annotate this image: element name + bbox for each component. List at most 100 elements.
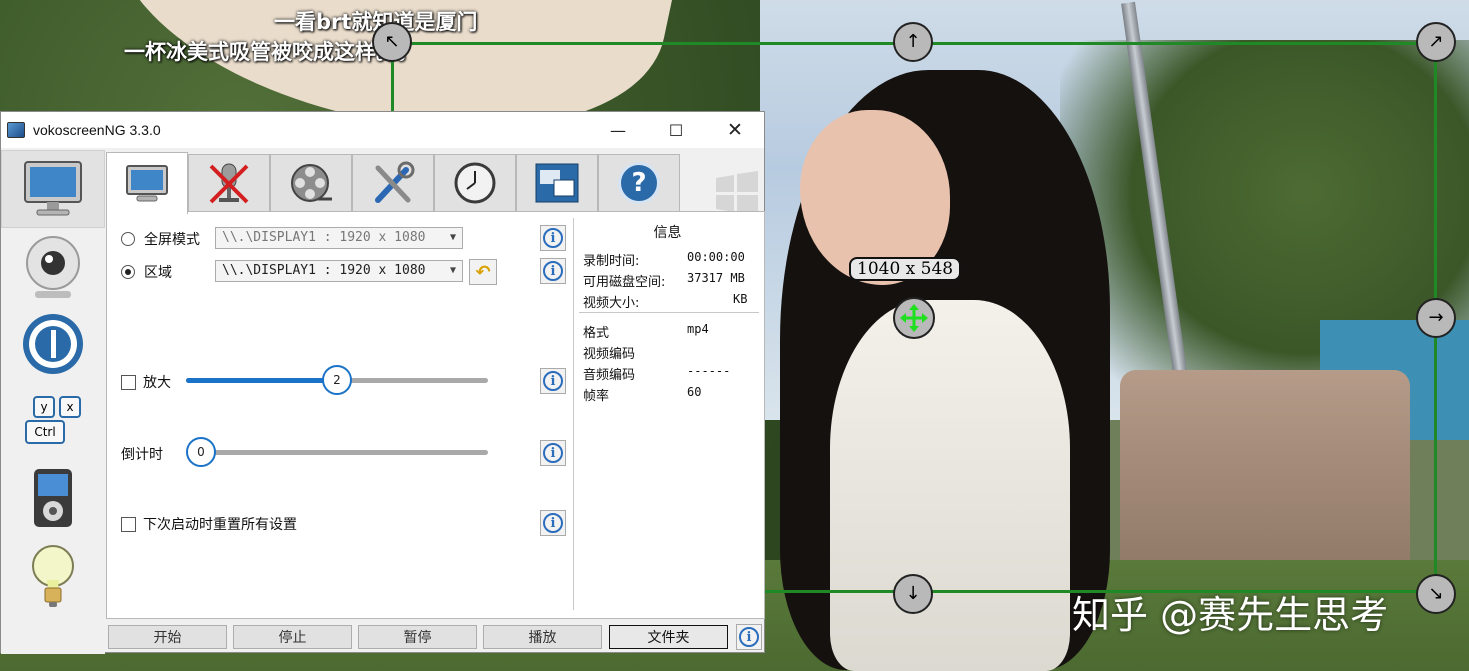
info-icon: i	[543, 228, 563, 248]
play-button[interactable]: 播放	[483, 625, 602, 649]
info-key-video-size: 视频大小:	[583, 296, 640, 311]
tab-video[interactable]	[270, 154, 352, 212]
countdown-slider-knob[interactable]: 0	[186, 437, 216, 467]
maximize-button[interactable]: ☐	[647, 112, 705, 148]
resize-handle-top-right[interactable]: ↗	[1416, 22, 1456, 62]
minimize-button[interactable]: —	[589, 112, 647, 148]
tab-audio[interactable]	[188, 154, 270, 212]
info-value-disk-space: 37317 MB	[687, 271, 745, 285]
info-icon: i	[739, 627, 759, 647]
magnify-checkbox[interactable]	[121, 374, 136, 390]
reset-info-button[interactable]: i	[540, 510, 566, 536]
info-separator	[579, 312, 759, 313]
reset-settings-checkbox[interactable]	[121, 516, 136, 532]
fullscreen-info-button[interactable]: i	[540, 225, 566, 251]
vokoscreen-window: vokoscreenNG 3.3.0 — ☐ ✕ y x Ctrl ? 全屏模式…	[0, 111, 765, 654]
info-value-framerate: 60	[687, 385, 702, 399]
tab-windows[interactable]	[516, 154, 598, 212]
reset-settings-option[interactable]: 下次启动时重置所有设置	[121, 514, 297, 534]
region-size-label: 1040 x 548	[849, 257, 962, 281]
webcam-icon	[26, 236, 80, 298]
windows-logo-icon	[716, 171, 758, 215]
bottom-info-button[interactable]: i	[736, 624, 762, 650]
magnify-info-button[interactable]: i	[540, 368, 566, 394]
tab-timer[interactable]	[434, 154, 516, 212]
resize-handle-top-left[interactable]: ↖	[372, 22, 412, 62]
fullscreen-option[interactable]: 全屏模式	[121, 229, 200, 249]
magnify-option[interactable]: 放大	[121, 372, 171, 392]
microphone-muted-icon	[209, 163, 249, 204]
reset-settings-label: 下次启动时重置所有设置	[143, 517, 297, 533]
sidebar-item-camera[interactable]	[9, 232, 97, 304]
sidebar-item-screen[interactable]	[1, 150, 105, 228]
reset-region-button[interactable]: ↶	[469, 259, 497, 285]
clock-icon	[454, 162, 496, 204]
info-key-disk-space: 可用磁盘空间:	[583, 275, 666, 290]
sidebar: y x Ctrl	[1, 148, 105, 654]
countdown-label: 倒计时	[121, 447, 163, 463]
resize-handle-bottom-right[interactable]: ↘	[1416, 574, 1456, 614]
fullscreen-radio[interactable]	[121, 232, 135, 246]
sidebar-item-media[interactable]	[9, 462, 97, 534]
app-icon	[7, 122, 25, 138]
fullscreen-label: 全屏模式	[144, 232, 200, 248]
fullscreen-display-select[interactable]: \\.\DISPLAY1 : 1920 x 1080 ▼	[215, 227, 463, 249]
info-value-format: mp4	[687, 322, 709, 336]
film-reel-icon	[291, 164, 332, 202]
windows-icon	[535, 163, 579, 203]
info-icon: i	[543, 371, 563, 391]
info-title: 信息	[653, 225, 682, 241]
region-display-select[interactable]: \\.\DISPLAY1 : 1920 x 1080 ▼	[215, 260, 463, 282]
region-option[interactable]: 区域	[121, 262, 172, 282]
folder-button[interactable]: 文件夹	[609, 625, 728, 649]
sidebar-item-tips[interactable]	[9, 540, 97, 612]
pause-button[interactable]: 暂停	[358, 625, 477, 649]
monitor-icon	[24, 161, 82, 216]
info-value-record-time: 00:00:00	[687, 250, 745, 264]
panel-divider	[573, 218, 574, 610]
stop-button[interactable]: 停止	[233, 625, 352, 649]
info-key-audio-codec: 音频编码	[583, 368, 636, 383]
resize-handle-bottom[interactable]: ↓	[893, 574, 933, 614]
info-icon: i	[543, 261, 563, 281]
resize-handle-top[interactable]: ↑	[893, 22, 933, 62]
window-title: vokoscreenNG 3.3.0	[33, 122, 161, 138]
keyboard-icon: y x Ctrl	[23, 392, 83, 448]
help-icon: ?	[618, 162, 660, 204]
info-icon: i	[543, 443, 563, 463]
sidebar-item-player[interactable]	[9, 308, 97, 380]
start-button[interactable]: 开始	[108, 625, 227, 649]
countdown-slider-track[interactable]	[191, 450, 488, 455]
title-bar[interactable]: vokoscreenNG 3.3.0 — ☐ ✕	[1, 112, 764, 148]
resize-handle-right[interactable]: →	[1416, 298, 1456, 338]
info-key-format: 格式	[583, 326, 610, 341]
tab-screen[interactable]	[106, 152, 188, 214]
monitor-icon	[126, 164, 168, 201]
info-key-record-time: 录制时间:	[583, 254, 640, 269]
info-value-audio-codec: ------	[687, 364, 731, 378]
info-icon: i	[543, 513, 563, 533]
tab-help[interactable]: ?	[598, 154, 680, 212]
media-player-icon	[34, 469, 72, 527]
info-value-video-size: KB	[733, 292, 748, 306]
countdown-info-button[interactable]: i	[540, 440, 566, 466]
magnify-slider-fill	[186, 378, 337, 383]
move-handle[interactable]	[893, 297, 935, 339]
info-key-framerate: 帧率	[583, 389, 610, 404]
move-arrows-icon	[900, 304, 928, 332]
sidebar-item-keyboard[interactable]: y x Ctrl	[9, 384, 97, 456]
tools-icon	[375, 161, 415, 203]
region-radio[interactable]	[121, 265, 135, 279]
main-content: ? 全屏模式 \\.\DISPLAY1 : 1920 x 1080 ▼ i 区域…	[106, 148, 765, 654]
close-button[interactable]: ✕	[706, 112, 764, 148]
info-key-video-codec: 视频编码	[583, 347, 636, 362]
region-label: 区域	[144, 265, 172, 281]
undo-arrow-icon: ↶	[475, 261, 491, 283]
tab-tools[interactable]	[352, 154, 434, 212]
region-info-button[interactable]: i	[540, 258, 566, 284]
magnify-label: 放大	[143, 375, 171, 391]
magnify-slider-knob[interactable]: 2	[322, 365, 352, 395]
bottom-toolbar: 开始 停止 暂停 播放 文件夹 i	[106, 624, 765, 654]
screen-settings-panel: 全屏模式 \\.\DISPLAY1 : 1920 x 1080 ▼ i 区域 \\…	[106, 211, 765, 619]
lightbulb-icon	[32, 545, 74, 607]
